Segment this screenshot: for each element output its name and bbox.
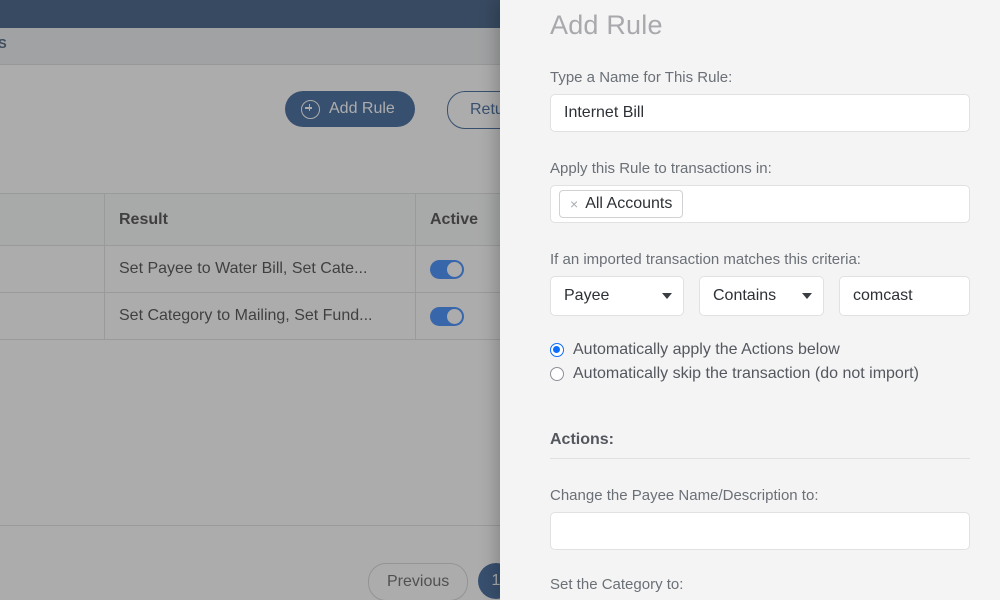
radio-option-apply-actions[interactable]: Automatically apply the Actions below	[550, 338, 970, 362]
radio-option-apply-label: Automatically apply the Actions below	[573, 341, 840, 358]
criteria-field-select[interactable]: Payee	[550, 276, 684, 316]
accounts-token-input[interactable]: × All Accounts	[550, 185, 970, 223]
background-app: GETS Add Rule Retur Result Active	[0, 0, 560, 600]
panel-title: Add Rule	[550, 10, 663, 40]
category-label: Set the Category to:	[550, 576, 684, 593]
chevron-down-icon	[662, 293, 672, 299]
radio-option-skip-transaction[interactable]: Automatically skip the transaction (do n…	[550, 362, 970, 386]
criteria-value-input[interactable]: comcast	[839, 276, 970, 316]
rule-name-input[interactable]: Internet Bill	[550, 94, 970, 132]
criteria-operator-select[interactable]: Contains	[699, 276, 824, 316]
chevron-down-icon	[802, 293, 812, 299]
actions-heading: Actions:	[550, 431, 614, 448]
criteria-field-value: Payee	[564, 287, 610, 304]
payee-change-input[interactable]	[550, 512, 970, 550]
criteria-value-text: comcast	[853, 287, 913, 304]
app-root: GETS Add Rule Retur Result Active	[0, 0, 1000, 600]
remove-token-icon[interactable]: ×	[570, 197, 578, 211]
rule-name-value: Internet Bill	[564, 104, 645, 121]
radio-button-unselected[interactable]	[550, 367, 564, 381]
payee-change-label: Change the Payee Name/Description to:	[550, 487, 819, 504]
add-rule-panel: Add Rule Type a Name for This Rule: Inte…	[500, 0, 1000, 600]
radio-option-skip-label: Automatically skip the transaction (do n…	[573, 365, 919, 382]
account-token-label: All Accounts	[585, 195, 673, 212]
radio-button-selected[interactable]	[550, 343, 564, 357]
criteria-operator-value: Contains	[713, 287, 777, 304]
account-token[interactable]: × All Accounts	[559, 190, 684, 218]
criteria-label: If an imported transaction matches this …	[550, 251, 861, 268]
criteria-row: Payee Contains comcast	[550, 276, 970, 316]
modal-dim-overlay[interactable]	[0, 0, 560, 600]
rule-name-label: Type a Name for This Rule:	[550, 69, 733, 86]
rule-behavior-radio-group: Automatically apply the Actions below Au…	[550, 338, 970, 386]
apply-accounts-label: Apply this Rule to transactions in:	[550, 160, 772, 177]
actions-divider	[550, 458, 970, 459]
